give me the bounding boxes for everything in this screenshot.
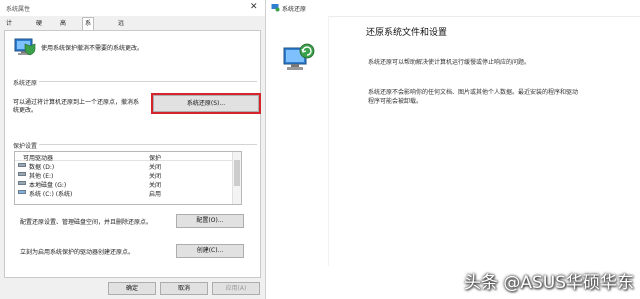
dialog-title: 系统属性 [6,6,31,13]
windows-drive-icon [18,190,26,194]
drive-status: 启用 [149,191,162,198]
list-item[interactable]: 本地磁盘 (G:) 关闭 [15,179,233,189]
wizard-title-bar: 系统还原 [268,0,640,17]
restore-description-line2: 统更改。 [13,107,38,114]
list-item[interactable]: 系统 (C:) (系统) 启用 [15,188,233,198]
apply-button[interactable]: 应用(A) [212,282,260,295]
wizard-heading: 还原系统文件和设置 [366,28,448,38]
close-icon[interactable]: ✕ [250,2,258,12]
computer-shield-icon [14,38,36,56]
wizard-side-panel [268,16,328,299]
watermark: 头条 @ASUS华硕华东 [463,273,634,293]
wizard-paragraph-2-line2: 程序可能会被卸载。 [368,98,423,105]
scrollbar-thumb[interactable] [234,160,240,186]
wizard-title: 系统还原 [282,6,307,13]
drives-list[interactable]: 可用驱动器 保护 数据 (D:) 关闭 其他 (E:) 关闭 本地磁盘 (G:)… [14,151,242,205]
system-restore-wizard: 系统还原 还原系统文件和设置 系统还原可以帮助解决使计算机运行缓慢或停止响应的问… [268,0,640,299]
drive-icon [18,172,26,176]
create-button[interactable]: 创建(C)... [176,244,244,258]
tab-advanced[interactable]: 高级 [58,18,68,38]
list-scrollbar[interactable] [232,152,241,204]
intro-text: 使用系统保护撤消不需要的系统更改。 [41,45,144,52]
divider [39,144,257,145]
tab-computer-name[interactable]: 计算机名 [4,18,14,60]
title-bar: 系统属性 ✕ [0,0,265,16]
list-header: 可用驱动器 保护 [15,152,241,162]
create-description: 立刻为启用系统保护的驱动器创建还原点。 [20,249,135,256]
drive-name: 系统 (C:) (系统) [29,191,73,198]
system-properties-dialog: 系统属性 ✕ 计算机名 硬件 高级 系统保护 远程 使用系统保护撤消不需要的系统… [0,0,266,299]
restore-small-icon [271,4,280,12]
wizard-paragraph-1: 系统还原可以帮助解决使计算机运行缓慢或停止响应的问题。 [368,59,531,66]
ok-button[interactable]: 确定 [108,282,156,295]
configure-button[interactable]: 配置(O)... [176,214,244,228]
drive-icon [18,163,26,167]
divider [39,81,257,82]
tab-remote[interactable]: 远程 [116,18,126,38]
list-item[interactable]: 其他 (E:) 关闭 [15,170,233,180]
wizard-paragraph-2-line1: 系统还原不会影响你的任何文档、图片或其他个人数据。最近安装的程序和驱动 [368,89,579,96]
divider [328,16,329,266]
tab-system-protection[interactable]: 系统保护 [82,17,95,60]
system-restore-icon [283,43,315,70]
drive-icon [18,181,26,185]
tab-hardware[interactable]: 硬件 [34,18,44,38]
configure-description: 配置还原设置、管理磁盘空间，并且删除还原点。 [20,219,153,226]
list-item[interactable]: 数据 (D:) 关闭 [15,161,233,171]
restore-section-label: 系统还原 [13,80,38,87]
system-restore-button[interactable]: 系统还原(S)... [151,93,261,114]
protection-section-label: 保护设置 [13,143,38,150]
cancel-button[interactable]: 取消 [160,282,208,295]
